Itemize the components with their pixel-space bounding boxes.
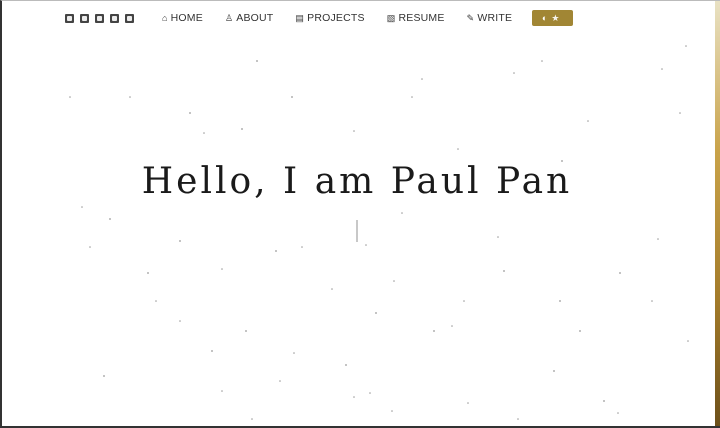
particle-background <box>69 45 689 420</box>
nav-about[interactable]: ♙ ABOUT <box>225 12 273 24</box>
resume-icon: ▧ <box>386 12 396 23</box>
pen-icon: ✎ <box>466 12 475 23</box>
nav-home[interactable]: ⌂ HOME <box>162 12 203 24</box>
top-navigation: ⌂ HOME ♙ ABOUT ▤ PROJECTS ▧ RESUME ✎ WRI… <box>65 9 574 27</box>
nav-projects[interactable]: ▤ PROJECTS <box>295 12 364 24</box>
hero-title: Hello, I am Paul Pan <box>141 161 573 202</box>
contrast-icon: ◐ <box>541 13 548 23</box>
typing-cursor <box>356 220 358 242</box>
star-icon: ★ <box>551 12 560 23</box>
page: ⌂ HOME ♙ ABOUT ▤ PROJECTS ▧ RESUME ✎ WRI… <box>0 0 720 428</box>
nav-write-label: WRITE <box>477 12 513 24</box>
instagram-icon[interactable] <box>125 13 134 23</box>
github-icon[interactable] <box>65 13 74 23</box>
nav-write[interactable]: ✎ WRITE <box>467 12 513 24</box>
nav-home-label: HOME <box>170 12 203 24</box>
nav-resume[interactable]: ▧ RESUME <box>387 12 445 24</box>
nav-projects-label: PROJECTS <box>307 12 365 24</box>
social-links <box>65 13 140 23</box>
home-icon: ⌂ <box>162 13 168 23</box>
linkedin-icon[interactable] <box>80 13 89 23</box>
theme-toggle-button[interactable]: ◐ ★ <box>532 10 574 26</box>
facebook-icon[interactable] <box>95 13 104 23</box>
twitter-icon[interactable] <box>110 13 119 23</box>
right-edge-accent <box>715 1 720 426</box>
projects-icon: ▤ <box>295 12 305 23</box>
user-icon: ♙ <box>224 12 234 23</box>
nav-resume-label: RESUME <box>398 12 445 24</box>
nav-about-label: ABOUT <box>236 12 274 24</box>
